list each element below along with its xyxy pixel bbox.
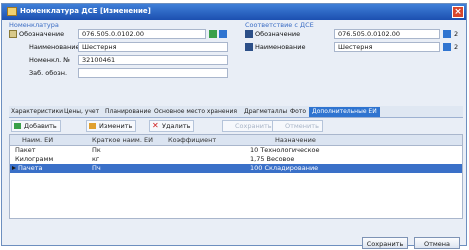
dse-name-count: 2 [454, 43, 459, 51]
save-row-button[interactable]: Сохранить [222, 120, 276, 132]
tab-strip: Характеристики Цены, учет Планирование О… [9, 106, 463, 118]
cell-name: Пакет [15, 146, 36, 154]
cell-short: кг [92, 155, 100, 163]
col-name[interactable]: Наим. ЕИ [22, 136, 53, 144]
designation-field[interactable]: 076.505.0.0102.00 [78, 29, 206, 39]
units-table: Наим. ЕИ Краткое наим. ЕИ Коэффициент На… [9, 134, 463, 219]
table-row[interactable]: Килограмм кг 1,75 Весовое [10, 155, 462, 164]
designation-icon [9, 30, 17, 38]
dse-more-button-2[interactable] [443, 43, 451, 51]
col-coef[interactable]: Коэффициент [168, 136, 216, 144]
cell-name: Пачета [18, 164, 43, 172]
editor-window: Номенклатура ДСЕ [Изменение] × Номенклат… [1, 3, 467, 249]
save-button[interactable]: Сохранить [362, 237, 408, 249]
dse-designation-label: Обозначение [255, 30, 301, 38]
link-icon[interactable] [209, 30, 217, 38]
tab-characteristics[interactable]: Характеристики [11, 107, 63, 117]
delete-button[interactable]: ✕ Удалить [149, 120, 195, 132]
cell-name: Килограмм [15, 155, 54, 163]
close-button[interactable]: × [452, 6, 464, 18]
window-title: Номенклатура ДСЕ [Изменение] [20, 7, 151, 15]
tab-photo[interactable]: Фото [290, 107, 306, 117]
cell-short: Пч [92, 164, 101, 172]
add-label: Добавить [24, 122, 57, 130]
title-bar: Номенклатура ДСЕ [Изменение] × [2, 4, 466, 20]
nomenclature-group-label: Номенклатура [9, 21, 59, 29]
dse-group-label: Соответствие с ДСЕ [245, 21, 314, 29]
tab-planning[interactable]: Планирование [105, 107, 151, 117]
more-button-1[interactable] [219, 30, 227, 38]
delete-label: Удалить [162, 122, 191, 130]
tab-storage[interactable]: Основное место хранения [154, 107, 237, 117]
dse-name-icon [245, 43, 253, 51]
replacement-field[interactable] [78, 68, 228, 78]
add-icon [14, 123, 21, 129]
cancel-button[interactable]: Отмена [414, 237, 460, 249]
item-number-label: Номенкл. № [29, 56, 70, 64]
edit-label: Изменить [99, 122, 133, 130]
replacement-label: Заб. обозн. [29, 69, 68, 77]
tab-precious-metals[interactable]: Драгметаллы [244, 107, 287, 117]
edit-button[interactable]: Изменить [86, 120, 137, 132]
dse-more-button-1[interactable] [443, 30, 451, 38]
delete-icon: ✕ [152, 121, 159, 130]
dse-designation-icon [245, 30, 253, 38]
dse-name-field[interactable]: Шестерня [334, 42, 440, 52]
tab-additional-units[interactable]: Дополнительные ЕИ [309, 107, 380, 117]
item-number-field[interactable]: 32100461 [78, 55, 228, 65]
cancel-row-button[interactable]: Отменить [272, 120, 323, 132]
tab-prices[interactable]: Цены, учет [64, 107, 99, 117]
dse-designation-field[interactable]: 076.505.0.0102.00 [334, 29, 440, 39]
table-row-selected[interactable]: Пачета Пч 100 Складирование [10, 164, 462, 173]
cell-purpose: 10 Технологическое [250, 146, 320, 154]
dse-name-label: Наименование [255, 43, 306, 51]
name-label: Наименование [29, 43, 80, 51]
table-row[interactable]: Пакет Пк 10 Технологическое [10, 146, 462, 155]
col-purpose[interactable]: Назначение [275, 136, 316, 144]
cell-short: Пк [92, 146, 101, 154]
add-button[interactable]: Добавить [11, 120, 61, 132]
cell-purpose: 100 Складирование [250, 164, 319, 172]
designation-label: Обозначение [19, 30, 65, 38]
dse-designation-count: 2 [454, 30, 459, 38]
toolbar: Добавить Изменить ✕ Удалить Сохранить Отм… [9, 119, 463, 132]
edit-icon [89, 123, 96, 129]
name-field[interactable]: Шестерня [78, 42, 228, 52]
col-short[interactable]: Краткое наим. ЕИ [92, 136, 153, 144]
window-icon [7, 7, 17, 16]
cell-purpose: 1,75 Весовое [250, 155, 295, 163]
row-pointer-icon [12, 166, 16, 170]
table-header: Наим. ЕИ Краткое наим. ЕИ Коэффициент На… [10, 135, 462, 146]
